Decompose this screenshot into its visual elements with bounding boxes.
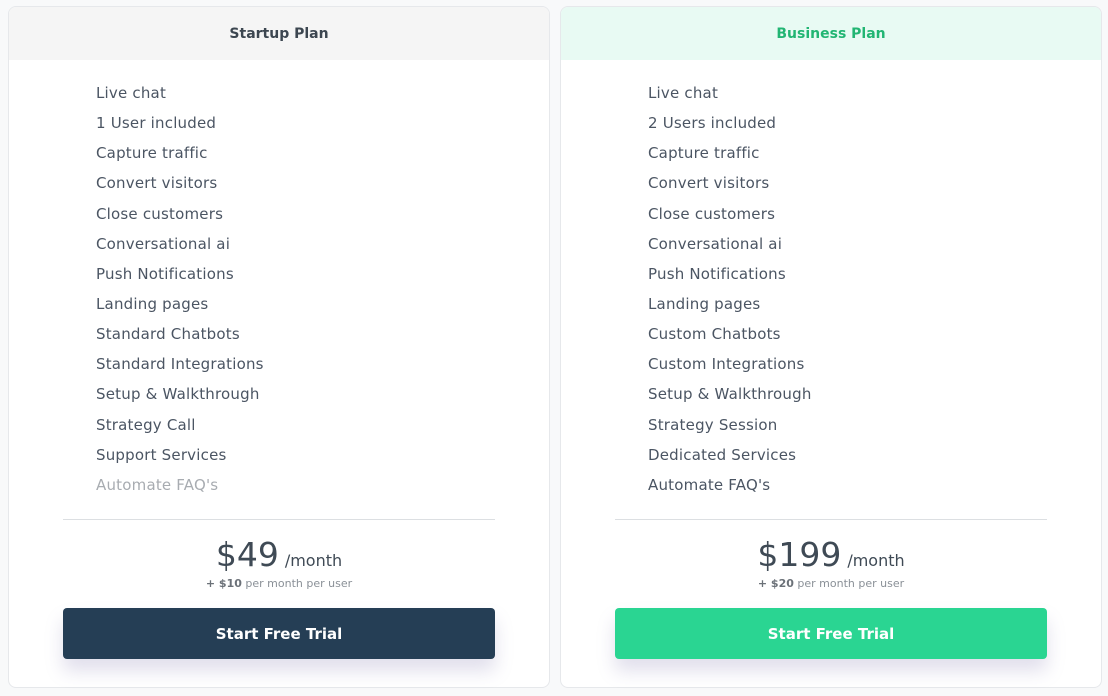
feature-item: Dedicated Services bbox=[648, 445, 797, 464]
price: $199 bbox=[757, 535, 842, 574]
feature-item: Capture traffic bbox=[96, 144, 208, 163]
price-period: /month bbox=[284, 551, 343, 570]
feature-item: Support Services bbox=[96, 445, 227, 464]
feature-item: Custom Chatbots bbox=[648, 325, 781, 344]
feature-item: Convert visitors bbox=[648, 174, 770, 193]
feature-item: Strategy Session bbox=[648, 415, 778, 434]
feature-list: Live chat 2 Users included Capture traffic… bbox=[561, 83, 1101, 505]
divider bbox=[615, 519, 1047, 520]
feature-item: Conversational ai bbox=[648, 234, 783, 253]
price: $49 bbox=[215, 535, 279, 574]
divider bbox=[63, 519, 495, 520]
start-free-trial-button[interactable]: Start Free Trial bbox=[63, 608, 495, 659]
per-user-amount: + $10 bbox=[205, 577, 242, 590]
startup-plan-card: Startup Plan Live chat 1 User included Cap… bbox=[8, 6, 550, 688]
per-user-text: per month per user bbox=[797, 577, 905, 590]
feature-item: Capture traffic bbox=[648, 144, 760, 163]
feature-item: Landing pages bbox=[648, 294, 761, 313]
per-user-text: per month per user bbox=[245, 577, 353, 590]
feature-item: Automate FAQ's bbox=[648, 475, 771, 494]
per-user-amount: + $20 bbox=[757, 577, 794, 590]
feature-item: Automate FAQ's bbox=[96, 475, 219, 494]
business-plan-card: Business Plan Live chat 2 Users included C… bbox=[560, 6, 1102, 688]
feature-item: Live chat bbox=[96, 84, 167, 102]
plan-title: Business Plan bbox=[561, 7, 1101, 60]
feature-item: Push Notifications bbox=[648, 264, 786, 283]
feature-item: Convert visitors bbox=[96, 174, 218, 193]
feature-item: Setup & Walkthrough bbox=[96, 385, 260, 404]
feature-item: 2 Users included bbox=[648, 114, 777, 133]
feature-item: Custom Integrations bbox=[648, 355, 805, 374]
start-free-trial-button[interactable]: Start Free Trial bbox=[615, 608, 1047, 659]
per-user-note: + $20 per month per user bbox=[561, 577, 1101, 590]
feature-item: Landing pages bbox=[96, 294, 209, 313]
plan-title: Startup Plan bbox=[9, 7, 549, 60]
feature-item: Setup & Walkthrough bbox=[648, 385, 812, 404]
price-period: /month bbox=[847, 551, 905, 570]
price-block: $49 /month + $10 per month per user bbox=[9, 535, 549, 590]
feature-item: Close customers bbox=[96, 204, 224, 223]
price-block: $199 /month + $20 per month per user bbox=[561, 535, 1101, 590]
feature-item: Conversational ai bbox=[96, 234, 231, 253]
feature-item: Push Notifications bbox=[96, 264, 234, 283]
per-user-note: + $10 per month per user bbox=[9, 577, 549, 590]
feature-item: Strategy Call bbox=[96, 415, 196, 434]
feature-item: Standard Integrations bbox=[96, 355, 264, 374]
feature-item: Close customers bbox=[648, 204, 776, 223]
feature-item: Standard Chatbots bbox=[96, 325, 240, 344]
feature-item: Live chat bbox=[648, 84, 719, 102]
feature-item: 1 User included bbox=[96, 114, 217, 133]
feature-list: Live chat 1 User included Capture traffic C… bbox=[9, 83, 549, 505]
